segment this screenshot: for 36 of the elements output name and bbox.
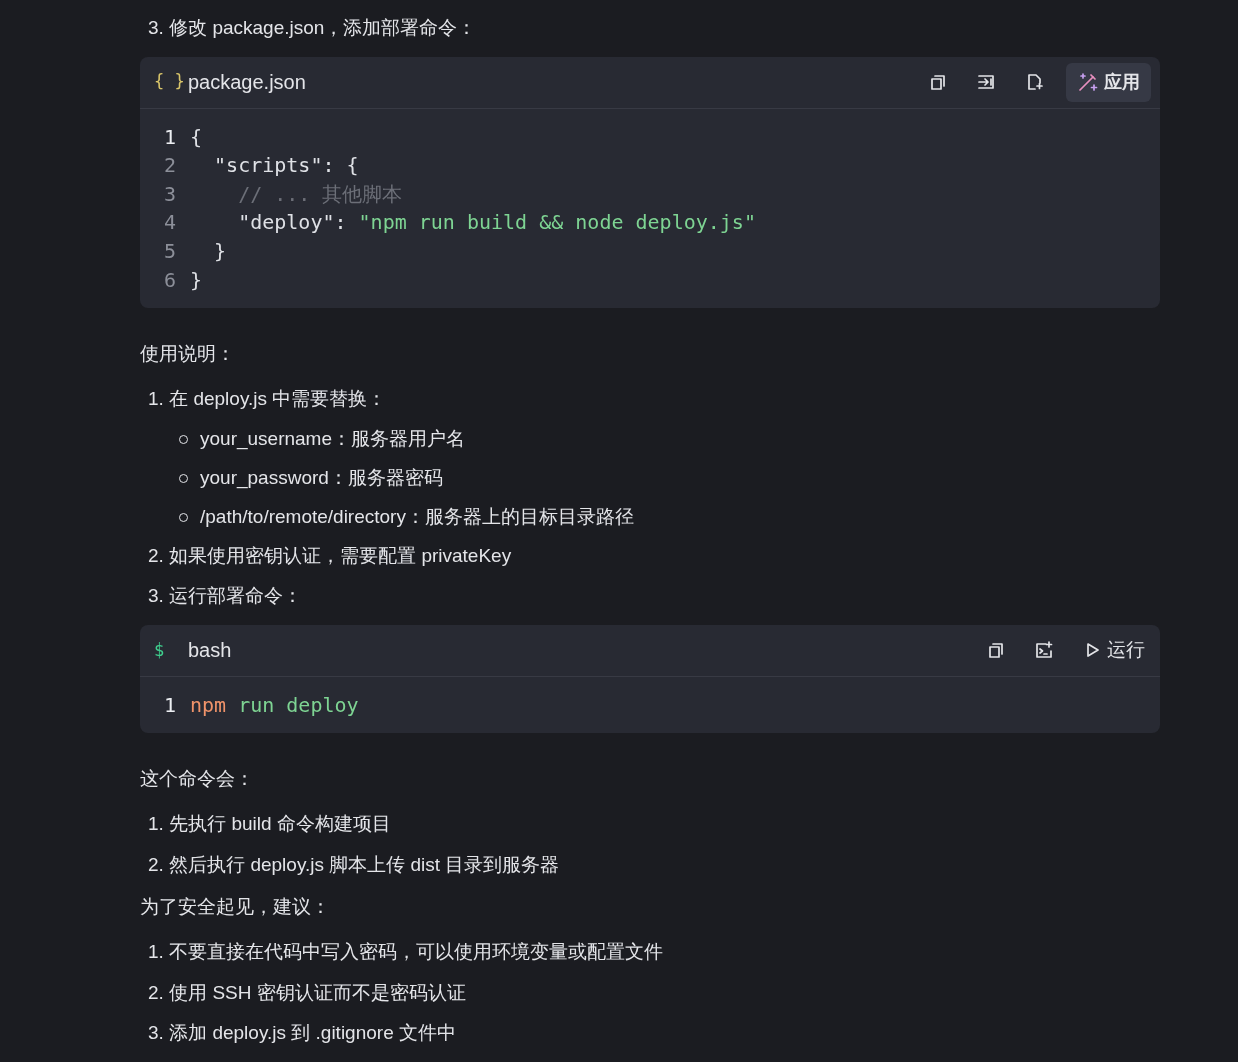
code-line: "deploy": "npm run build && node deploy.js" (237, 209, 756, 237)
code-line: } (190, 266, 203, 294)
language-icon: { } (154, 69, 188, 95)
line-number: 4 (162, 209, 177, 237)
magic-wand-icon (1077, 71, 1099, 94)
code-line: { (190, 123, 203, 151)
line-number: 1 (162, 123, 177, 151)
line-number: 1 (162, 691, 177, 719)
list-item-text: 1. 在 deploy.js 中需要替换： (148, 386, 387, 411)
code-line: npm run deploy (190, 691, 359, 719)
list-item-text: 2. 使用 SSH 密钥认证而不是密码认证 (148, 980, 466, 1005)
code-line: "scripts": { (213, 152, 359, 180)
list-item-text: 1. 不要直接在代码中写入密码，可以使用环境变量或配置文件 (148, 939, 664, 964)
list-item-text: your_username：服务器用户名 (200, 427, 466, 452)
apply-button[interactable]: 应用 (1066, 62, 1151, 102)
list-item-text: your_password：服务器密码 (200, 466, 443, 491)
file-name: package.json (188, 70, 306, 96)
list-item-text: 2. 然后执行 deploy.js 脚本上传 dist 目录到服务器 (148, 852, 560, 877)
list-item-text: 1. 先执行 build 命令构建项目 (148, 811, 391, 836)
line-number: 3 (162, 180, 177, 208)
line-number: 2 (162, 152, 177, 180)
list-item-text: 3. 修改 package.json，添加部署命令： (148, 16, 477, 40)
language-icon: $ (154, 637, 188, 664)
list-item-text: /path/to/remote/directory：服务器上的目标目录路径 (200, 504, 634, 529)
list-item-text: 2. 如果使用密钥认证，需要配置 privateKey (148, 543, 512, 568)
file-name: bash (188, 638, 232, 664)
line-number: 6 (162, 266, 177, 294)
line-number: 5 (162, 238, 177, 266)
paragraph-text: 这个命令会： (140, 768, 254, 790)
run-button[interactable]: 运行 (1076, 632, 1151, 669)
paragraph-text: 使用说明： (140, 343, 235, 365)
paragraph-text: 为了安全起见，建议： (140, 896, 330, 918)
code-line: } (213, 238, 227, 266)
list-item-text: 3. 运行部署命令： (148, 584, 303, 609)
code-line: // ... 其他脚本 (237, 180, 403, 208)
list-item-text: 3. 添加 deploy.js 到 .gitignore 文件中 (148, 1021, 456, 1046)
